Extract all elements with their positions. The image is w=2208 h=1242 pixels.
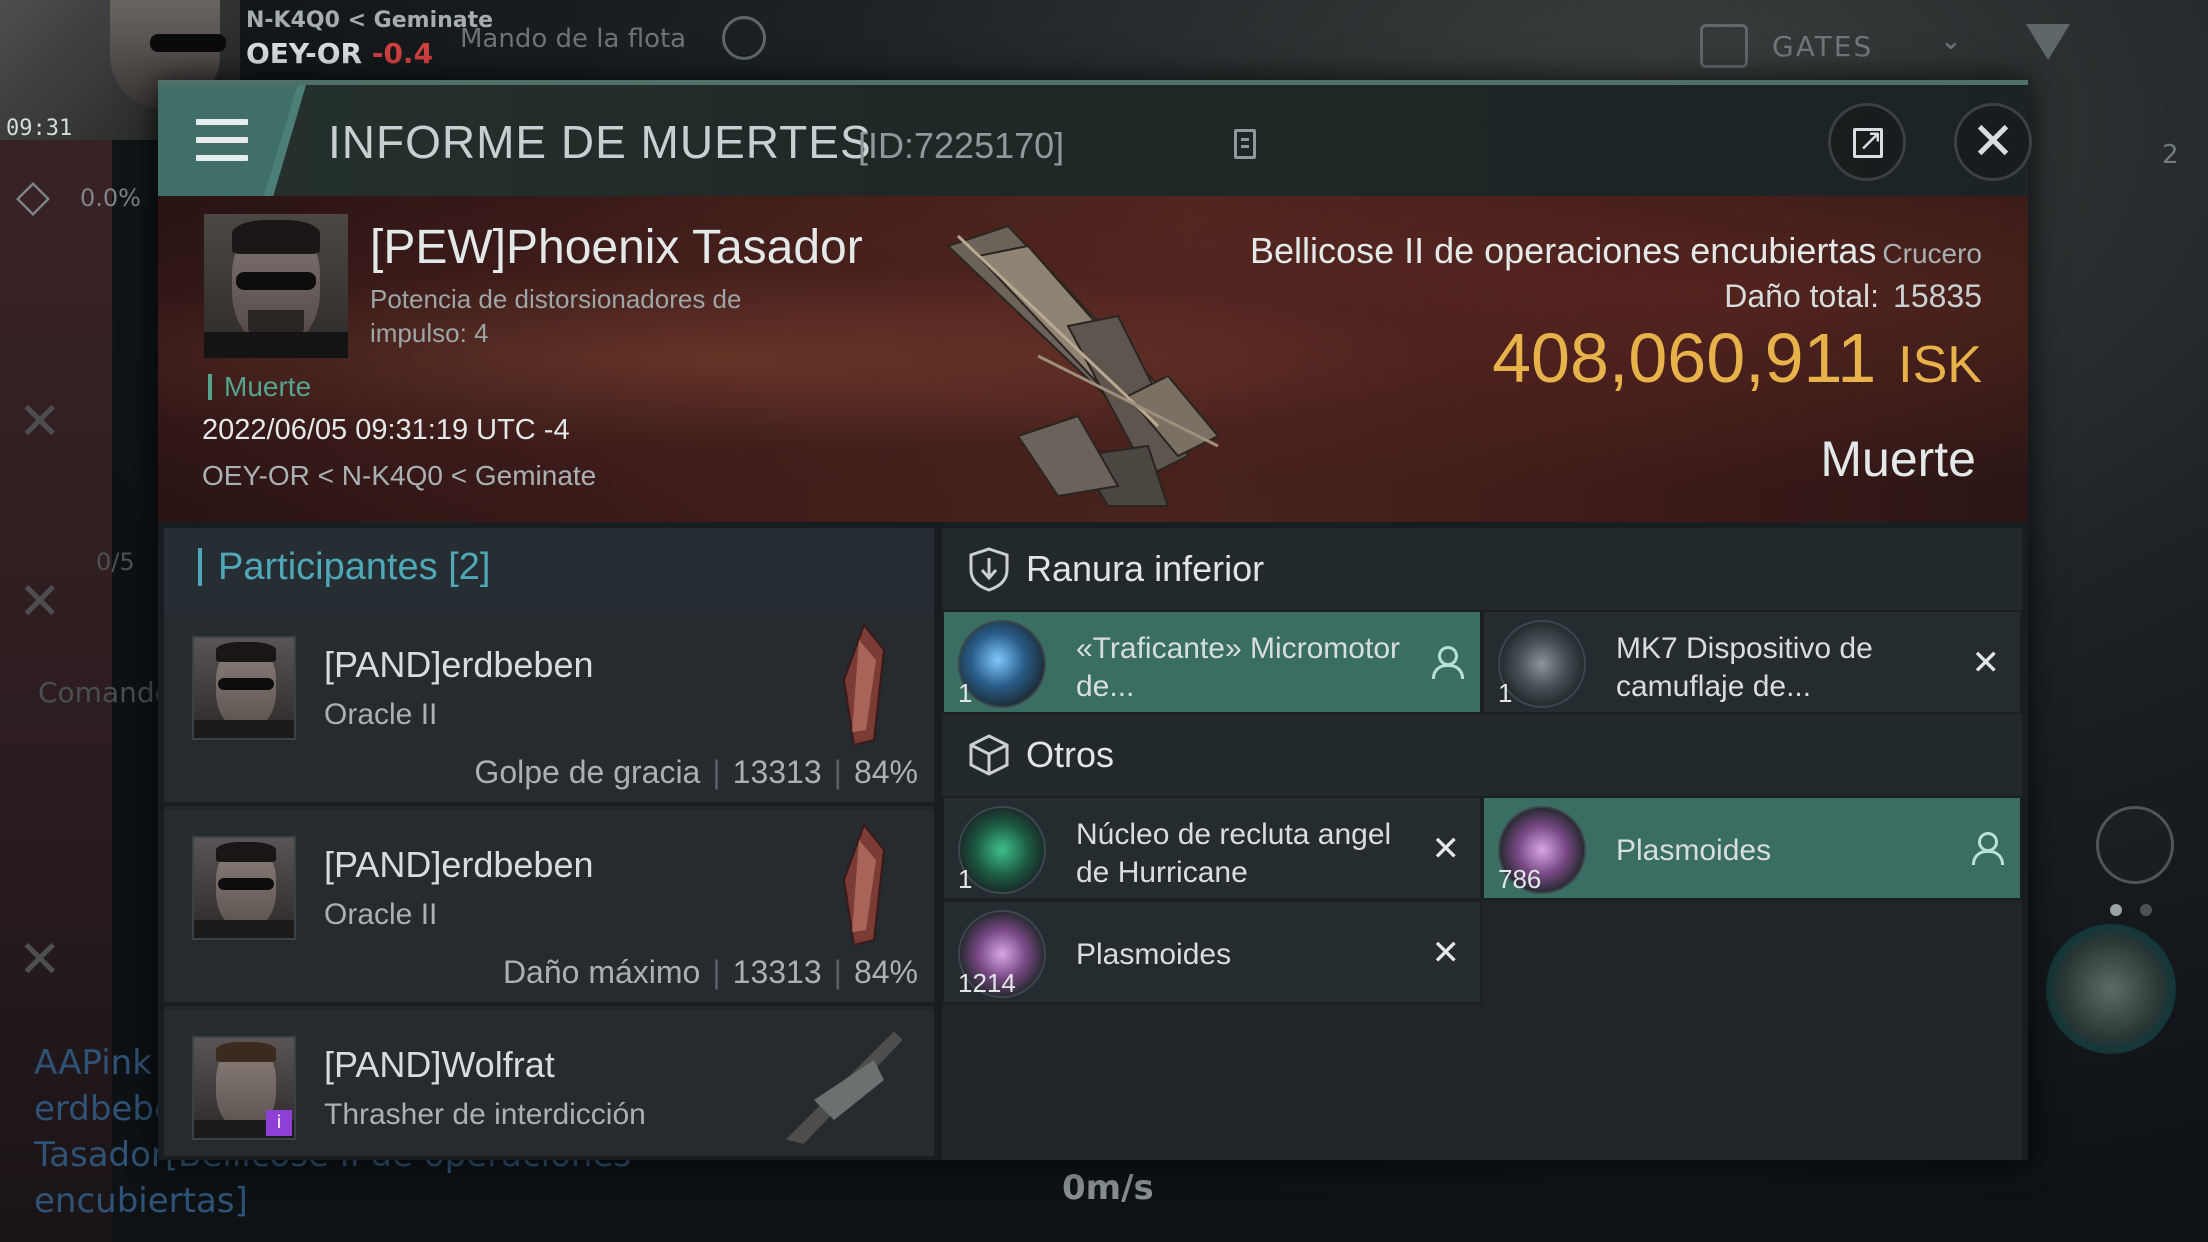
- participants-title: Participantes [2]: [198, 548, 490, 586]
- victim-ship-name[interactable]: Bellicose II de operaciones encubiertas C…: [1250, 230, 1982, 272]
- item-slot[interactable]: 1 «Traficante» Micromotor de...: [942, 610, 1482, 714]
- ship-control-button[interactable]: [2046, 924, 2176, 1054]
- cargo-percent: 0.0%: [80, 184, 141, 212]
- participant-row[interactable]: [PAND]erdbeben Oracle II Daño máximo | 133…: [164, 810, 934, 1006]
- clock-icon[interactable]: [722, 16, 766, 60]
- other-header: Otros: [942, 714, 2022, 796]
- dialog-title: INFORME DE MUERTES: [328, 116, 872, 168]
- participant-stats: Daño máximo | 13313 | 84%: [502, 954, 918, 990]
- item-name: Plasmoides: [1616, 834, 1772, 867]
- item-name: «Traficante» Micromotor de...: [1076, 632, 1400, 703]
- info-badge: i: [266, 1110, 292, 1136]
- command-label: Comando: [38, 676, 172, 709]
- participant-row[interactable]: i [PAND]Wolfrat Thrasher de interdicción: [164, 1010, 934, 1160]
- copy-icon[interactable]: [1234, 129, 1256, 159]
- close-button[interactable]: ✕: [1954, 103, 2032, 181]
- participant-ship: Thrasher de interdicción: [324, 1098, 646, 1131]
- kill-type-label: Muerte: [1820, 431, 1976, 487]
- item-quantity: 1: [958, 678, 973, 708]
- kill-location: OEY-OR < N-K4Q0 < Geminate: [202, 460, 597, 491]
- destroyed-icon: ✕: [1971, 643, 2001, 683]
- avatar[interactable]: i: [192, 1036, 296, 1140]
- notification-count: 2: [2162, 140, 2179, 170]
- victim-name[interactable]: [PEW]Phoenix Tasador: [370, 220, 863, 275]
- status-badge: Muerte: [208, 373, 311, 401]
- swap-button[interactable]: [2096, 806, 2174, 884]
- item-quantity: 1: [958, 864, 973, 894]
- participant-stats: Golpe de gracia | 13313 | 84%: [474, 754, 918, 790]
- item-name: MK7 Dispositivo de camuflaje de...: [1616, 632, 1873, 703]
- clock-time: 09:31: [6, 116, 73, 141]
- item-slot[interactable]: 1 MK7 Dispositivo de camuflaje de... ✕: [1482, 610, 2022, 714]
- participant-ship-image: [842, 622, 886, 747]
- item-slot[interactable]: 1 Núcleo de recluta angel de Hurricane ✕: [942, 796, 1482, 900]
- current-system: OEY-OR -0.4: [246, 37, 434, 70]
- participant-ship-image: [782, 1028, 906, 1147]
- isk-value: 408,060,911 ISK: [1492, 319, 1982, 397]
- item-quantity: 1214: [958, 968, 1016, 998]
- hamburger-icon[interactable]: [196, 119, 248, 163]
- item-slot[interactable]: 1214 Plasmoides ✕: [942, 900, 1482, 1004]
- total-damage: Daño total: 15835: [1724, 278, 1982, 314]
- participant-ship-image: [842, 822, 886, 947]
- low-slot-header: Ranura inferior: [942, 528, 2022, 610]
- fleet-command-tab[interactable]: Mando de la flota: [460, 24, 686, 54]
- low-slot-title: Ranura inferior: [1026, 548, 1265, 589]
- overview-filter-label[interactable]: GATES: [1772, 30, 1873, 63]
- security-status: -0.4: [371, 37, 434, 70]
- close-icon[interactable]: ✕: [18, 930, 62, 990]
- kill-report-dialog: INFORME DE MUERTES [ID:7225170] ✕ [PEW]P…: [158, 80, 2032, 1160]
- destroyed-icon: ✕: [1431, 829, 1461, 869]
- share-button[interactable]: [1828, 103, 1906, 181]
- avatar[interactable]: [192, 836, 296, 940]
- item-slot[interactable]: 786 Plasmoides: [1482, 796, 2022, 900]
- victim-header: [PEW]Phoenix Tasador Potencia de distors…: [158, 196, 2028, 522]
- ship-class: Crucero: [1882, 238, 1982, 269]
- victim-ship-image[interactable]: [918, 206, 1278, 516]
- page-dot: [2140, 904, 2152, 916]
- destroyed-icon: ✕: [1431, 933, 1461, 973]
- share-icon: [1853, 123, 1883, 158]
- chevron-down-icon[interactable]: ⌄: [1940, 26, 1962, 56]
- participant-row[interactable]: [PAND]erdbeben Oracle II Golpe de gracia…: [164, 610, 934, 806]
- participant-name: [PAND]erdbeben: [324, 644, 594, 685]
- item-name: Núcleo de recluta angel de Hurricane: [1076, 818, 1392, 889]
- victim-portrait[interactable]: [204, 214, 348, 358]
- user-icon: [1970, 832, 2004, 866]
- participant-name: [PAND]Wolfrat: [324, 1044, 555, 1085]
- close-icon: ✕: [1971, 112, 2015, 172]
- kill-datetime: 2022/06/05 09:31:19 UTC -4: [202, 414, 570, 446]
- shield-icon: [969, 547, 1009, 592]
- close-icon[interactable]: ✕: [18, 572, 62, 632]
- item-quantity: 1: [1498, 678, 1513, 708]
- filter-icon[interactable]: [2026, 24, 2070, 60]
- system-route: N-K4Q0 < Geminate: [246, 8, 494, 33]
- close-icon[interactable]: ✕: [18, 392, 62, 452]
- item-quantity: 786: [1498, 864, 1542, 894]
- page-dot: [2110, 904, 2122, 916]
- report-id: [ID:7225170]: [858, 125, 1065, 166]
- victim-subtitle: Potencia de distorsionadores de impulso:…: [370, 284, 742, 348]
- participants-panel: Participantes [2] [PAND]erdbeben Oracle …: [164, 528, 934, 1160]
- fitting-panel: Ranura inferior 1 «Traficante» Micromoto…: [942, 528, 2022, 1160]
- avatar[interactable]: [192, 636, 296, 740]
- other-title: Otros: [1026, 734, 1115, 775]
- dialog-titlebar: INFORME DE MUERTES [ID:7225170] ✕: [158, 85, 2032, 196]
- speed-readout: 0m/s: [1062, 1168, 1154, 1208]
- participants-header: Participantes [2]: [164, 528, 934, 610]
- cube-icon: [969, 734, 1009, 776]
- participant-ship: Oracle II: [324, 898, 438, 931]
- item-name: Plasmoides: [1076, 938, 1232, 971]
- participant-ship: Oracle II: [324, 698, 438, 731]
- user-icon: [1430, 646, 1464, 680]
- gate-icon[interactable]: [1700, 24, 1748, 68]
- participant-name: [PAND]erdbeben: [324, 844, 594, 885]
- location-info[interactable]: N-K4Q0 < Geminate OEY-OR -0.4: [246, 8, 493, 70]
- slot-count: 0/5: [96, 548, 135, 576]
